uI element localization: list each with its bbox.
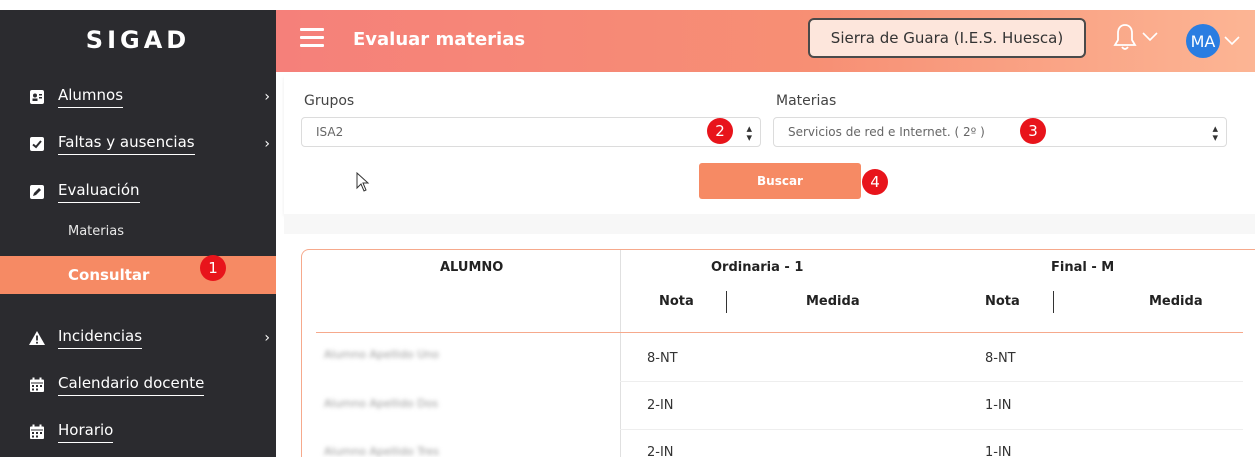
school-selector-button[interactable]: Sierra de Guara (I.E.S. Huesca) xyxy=(808,18,1086,58)
grupos-select-value: ISA2 xyxy=(316,125,344,139)
materias-select-value: Servicios de red e Internet. ( 2º ) xyxy=(788,125,985,139)
sidebar-subitem-consultar[interactable]: Consultar xyxy=(0,256,276,294)
student-name: Alumno Apellido Uno xyxy=(324,348,439,361)
chevron-down-icon[interactable] xyxy=(1142,30,1158,46)
final-nota: 1-IN xyxy=(985,445,1012,457)
mouse-cursor-icon xyxy=(356,171,370,196)
search-button[interactable]: Buscar xyxy=(699,163,861,199)
annotation-marker-4: 4 xyxy=(862,169,888,195)
chevron-right-icon: › xyxy=(264,330,270,346)
calendar-icon xyxy=(28,376,46,394)
chevron-down-icon[interactable] xyxy=(1224,34,1240,50)
sidebar-item-label: Calendario docente xyxy=(58,374,205,396)
brand-logo: SIGAD xyxy=(85,26,191,54)
sidebar-item-faltas[interactable]: Faltas y ausencias › xyxy=(0,124,276,164)
select-arrows-icon: ▴ ▾ xyxy=(1212,122,1218,144)
chevron-right-icon: › xyxy=(264,89,270,105)
row-divider xyxy=(620,381,1243,382)
warning-icon xyxy=(28,329,46,347)
sidebar-item-label: Alumnos xyxy=(58,86,124,108)
ordinaria-nota: 8-NT xyxy=(647,351,678,366)
sidebar-item-evaluacion[interactable]: Evaluación xyxy=(0,172,276,212)
top-header: Evaluar materias Sierra de Guara (I.E.S.… xyxy=(276,10,1255,72)
column-separator xyxy=(1053,291,1054,313)
annotation-marker-1: 1 xyxy=(200,255,226,281)
student-name: Alumno Apellido Dos xyxy=(324,397,439,410)
column-divider xyxy=(620,250,621,457)
column-separator xyxy=(726,291,727,313)
ordinaria-nota: 2-IN xyxy=(647,445,674,457)
grupos-label: Grupos xyxy=(304,93,355,109)
sidebar-item-label: Horario xyxy=(58,421,114,443)
select-arrows-icon: ▴ ▾ xyxy=(746,122,752,144)
sidebar-subitem-materias[interactable]: Materias xyxy=(68,224,124,239)
header-underline xyxy=(316,332,1243,333)
subheader-medida: Medida xyxy=(806,294,860,309)
materias-label: Materias xyxy=(776,93,837,109)
row-divider xyxy=(620,429,1243,430)
bell-icon[interactable] xyxy=(1112,22,1138,52)
section-divider xyxy=(284,214,1255,234)
chevron-right-icon: › xyxy=(264,136,270,152)
final-nota: 8-NT xyxy=(985,351,1016,366)
column-header-alumno: ALUMNO xyxy=(440,260,504,275)
subheader-medida: Medida xyxy=(1149,294,1203,309)
sidebar-item-label: Faltas y ausencias xyxy=(58,133,195,155)
sidebar-item-alumnos[interactable]: Alumnos › xyxy=(0,77,276,117)
sidebar-item-label: Evaluación xyxy=(58,181,140,203)
page-title: Evaluar materias xyxy=(353,29,526,50)
pencil-square-icon xyxy=(28,183,46,201)
column-header-ordinaria: Ordinaria - 1 xyxy=(711,260,804,275)
column-header-final: Final - M xyxy=(1051,260,1115,275)
sidebar-item-label: Incidencias xyxy=(58,327,143,349)
app-root: SIGAD Alumnos › Faltas y ausencias › Eva… xyxy=(0,0,1255,457)
sidebar-item-incidencias[interactable]: Incidencias › xyxy=(0,318,276,358)
id-card-icon xyxy=(28,88,46,106)
materias-select[interactable]: Servicios de red e Internet. ( 2º ) ▴ ▾ xyxy=(773,117,1227,147)
annotation-marker-2: 2 xyxy=(707,118,733,144)
sidebar-item-calendario[interactable]: Calendario docente xyxy=(0,365,276,405)
student-name: Alumno Apellido Tres xyxy=(324,445,440,457)
avatar[interactable]: MA xyxy=(1186,24,1220,58)
ordinaria-nota: 2-IN xyxy=(647,398,674,413)
filter-panel: Grupos ISA2 ▴ ▾ 2 Materias Servicios de r… xyxy=(284,76,1255,214)
check-square-icon xyxy=(28,135,46,153)
annotation-marker-3: 3 xyxy=(1020,118,1046,144)
sidebar: SIGAD Alumnos › Faltas y ausencias › Eva… xyxy=(0,10,276,457)
subheader-nota: Nota xyxy=(659,294,694,309)
subheader-nota: Nota xyxy=(985,294,1020,309)
hamburger-menu-icon[interactable] xyxy=(300,28,324,48)
grupos-select[interactable]: ISA2 ▴ ▾ xyxy=(301,117,761,147)
grades-table: ALUMNO Ordinaria - 1 Final - M Nota Medi… xyxy=(301,249,1255,457)
final-nota: 1-IN xyxy=(985,398,1012,413)
sidebar-item-horario[interactable]: Horario xyxy=(0,412,276,452)
calendar-icon xyxy=(28,423,46,441)
